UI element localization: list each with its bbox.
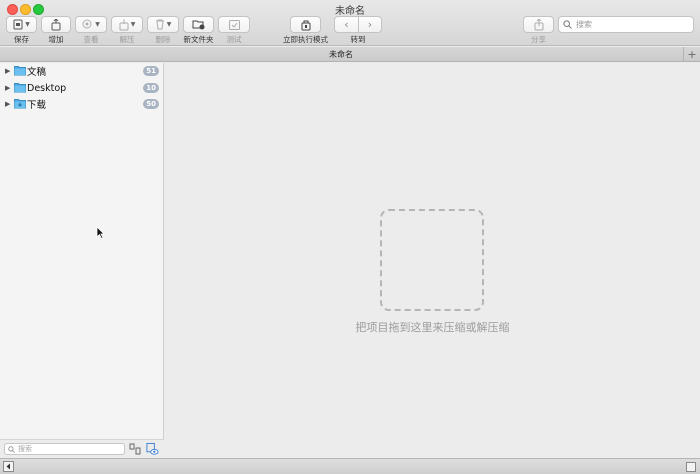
add-archive-icon	[51, 18, 61, 30]
count-badge: 50	[143, 99, 159, 109]
trash-icon	[155, 19, 164, 30]
count-badge: 10	[143, 83, 159, 93]
back-icon[interactable]: ‹	[335, 17, 358, 32]
downloads-folder-icon	[14, 99, 26, 109]
share-button[interactable]	[523, 16, 554, 33]
chevron-down-icon: ▼	[95, 20, 100, 28]
delete-button[interactable]: ▼	[147, 16, 179, 33]
count-badge: 51	[143, 66, 159, 76]
goto-label: 转到	[350, 35, 366, 44]
chevron-down-icon: ▼	[25, 20, 30, 28]
add-label: 增加	[48, 35, 64, 44]
sidebar-item-desktop[interactable]: ▶ Desktop 10	[0, 80, 164, 96]
sidebar-item-label: 文稿	[27, 67, 47, 78]
sidebar-search-input[interactable]: 搜索	[4, 443, 125, 455]
instant-mode-button[interactable]	[290, 16, 321, 33]
sidebar-item-downloads[interactable]: ▶ 下载 50	[0, 96, 164, 112]
extract-button[interactable]: ▼	[111, 16, 143, 33]
chevron-down-icon: ▼	[166, 20, 172, 28]
test-button[interactable]	[218, 16, 250, 33]
disclosure-triangle-icon[interactable]: ▶	[5, 100, 10, 108]
new-folder-label: 新文件夹	[183, 35, 214, 44]
toggle-sidebar-button[interactable]	[3, 461, 14, 472]
window-title: 未命名	[335, 6, 365, 17]
add-tab-button[interactable]: +	[683, 47, 700, 61]
tab-untitled[interactable]: 未命名	[0, 49, 682, 60]
preview-eye-icon[interactable]	[146, 442, 159, 456]
arrow-left-icon	[6, 463, 10, 470]
view-label: 查看	[83, 35, 99, 44]
view-button[interactable]: ▼	[75, 16, 107, 33]
sidebar-search-placeholder: 搜索	[18, 445, 32, 453]
goto-segmented-control: ‹ ›	[334, 16, 382, 33]
new-folder-button[interactable]	[183, 16, 214, 33]
instant-mode-label: 立即执行模式	[283, 35, 328, 44]
folder-icon	[14, 83, 26, 93]
chevron-down-icon: ▼	[130, 20, 136, 28]
search-icon	[563, 20, 572, 29]
archive-lock-icon	[301, 20, 310, 30]
share-label: 分享	[531, 35, 546, 44]
drop-zone[interactable]	[380, 209, 484, 311]
status-bar-corner-button[interactable]	[686, 462, 696, 472]
save-button[interactable]: ▼	[6, 16, 37, 33]
new-folder-icon	[192, 20, 205, 30]
delete-label: 删除	[155, 35, 171, 44]
tab-bar: 未命名 +	[0, 47, 700, 62]
share-icon	[534, 18, 543, 30]
quick-look-icon	[82, 19, 92, 29]
archive-content-pane[interactable]: 把项目拖到这里来压缩或解压缩	[165, 63, 700, 458]
extract-icon	[119, 18, 129, 30]
save-icon	[13, 19, 23, 30]
app-window: 未命名 ▼ 保存 增加 ▼ 查看 ▼ 解压 ▼ 删除 新文件夹 测试 立即执行模…	[0, 0, 700, 474]
mouse-pointer-icon	[96, 226, 105, 239]
extract-label: 解压	[119, 35, 135, 44]
search-input[interactable]: 搜索	[558, 16, 694, 33]
sidebar-footer: 搜索	[0, 439, 164, 458]
disclosure-triangle-icon[interactable]: ▶	[5, 67, 10, 75]
search-icon	[8, 445, 15, 453]
status-bar	[0, 458, 700, 474]
save-label: 保存	[14, 35, 29, 44]
checkmark-icon	[228, 19, 240, 30]
test-label: 测试	[226, 35, 242, 44]
columns-view-icon[interactable]	[129, 442, 142, 456]
add-button[interactable]	[41, 16, 71, 33]
toolbar: 未命名 ▼ 保存 增加 ▼ 查看 ▼ 解压 ▼ 删除 新文件夹 测试 立即执行模…	[0, 0, 700, 46]
sidebar-item-documents[interactable]: ▶ 文稿 51	[0, 63, 164, 79]
drop-hint-text: 把项目拖到这里来压缩或解压缩	[355, 321, 510, 334]
sidebar-item-label: Desktop	[27, 82, 67, 94]
plus-icon: +	[687, 47, 697, 61]
disclosure-triangle-icon[interactable]: ▶	[5, 84, 10, 92]
sidebar: ▶ 文稿 51 ▶ Desktop 10 ▶ 下载 50	[0, 63, 164, 458]
sidebar-item-label: 下载	[27, 100, 47, 111]
search-placeholder: 搜索	[576, 20, 592, 29]
forward-icon[interactable]: ›	[358, 17, 381, 32]
folder-icon	[14, 66, 26, 76]
